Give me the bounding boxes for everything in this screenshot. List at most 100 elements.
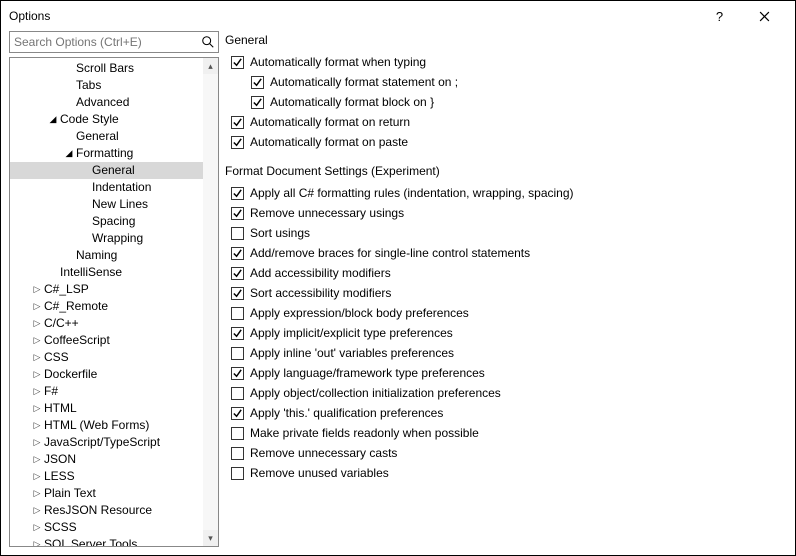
chevron-collapsed-icon[interactable]: ▷ [32, 485, 42, 502]
chevron-expanded-icon[interactable]: ◢ [64, 145, 74, 162]
chevron-collapsed-icon[interactable]: ▷ [32, 315, 42, 332]
tree-node[interactable]: ▷JSON [10, 451, 203, 468]
tree-node[interactable]: ▷C#_LSP [10, 281, 203, 298]
checkbox[interactable] [231, 187, 244, 200]
tree-node[interactable]: Advanced [10, 94, 203, 111]
option-row: Make private fields readonly when possib… [231, 423, 787, 443]
tree-node[interactable]: ▷HTML [10, 400, 203, 417]
tree-node[interactable]: ◢Formatting [10, 145, 203, 162]
chevron-collapsed-icon[interactable]: ▷ [32, 349, 42, 366]
tree-node[interactable]: ▷F# [10, 383, 203, 400]
checkbox[interactable] [231, 287, 244, 300]
tree-node[interactable]: ▷SCSS [10, 519, 203, 536]
option-label: Remove unused variables [250, 466, 389, 480]
option-row: Sort accessibility modifiers [231, 283, 787, 303]
option-row: Apply 'this.' qualification preferences [231, 403, 787, 423]
tree-node[interactable]: ▷LESS [10, 468, 203, 485]
checkbox[interactable] [251, 76, 264, 89]
scroll-up-button[interactable]: ▴ [203, 58, 218, 74]
chevron-collapsed-icon[interactable]: ▷ [32, 383, 42, 400]
chevron-expanded-icon[interactable]: ◢ [48, 111, 58, 128]
option-label: Sort usings [250, 226, 310, 240]
tree-node[interactable]: IntelliSense [10, 264, 203, 281]
tree-node[interactable]: Spacing [10, 213, 203, 230]
option-row: Automatically format statement on ; [231, 72, 787, 92]
checkbox[interactable] [231, 307, 244, 320]
checkbox[interactable] [231, 267, 244, 280]
scroll-track[interactable] [203, 74, 218, 530]
chevron-collapsed-icon[interactable]: ▷ [32, 451, 42, 468]
tree-node[interactable]: ▷C#_Remote [10, 298, 203, 315]
checkbox[interactable] [231, 247, 244, 260]
option-label: Add accessibility modifiers [250, 266, 391, 280]
tree-node[interactable]: ▷Plain Text [10, 485, 203, 502]
tree-node[interactable]: ▷JavaScript/TypeScript [10, 434, 203, 451]
option-row: Apply implicit/explicit type preferences [231, 323, 787, 343]
tree-node-label: LESS [44, 468, 75, 485]
left-panel: Scroll BarsTabsAdvanced◢Code StyleGenera… [9, 31, 219, 547]
option-label: Make private fields readonly when possib… [250, 426, 479, 440]
tree-node-label: Formatting [76, 145, 133, 162]
checkbox[interactable] [231, 447, 244, 460]
tree-node[interactable]: Indentation [10, 179, 203, 196]
tree-node[interactable]: General [10, 128, 203, 145]
tree-node[interactable]: ▷Dockerfile [10, 366, 203, 383]
tree-node-label: Wrapping [92, 230, 143, 247]
checkbox[interactable] [231, 116, 244, 129]
tree-node[interactable]: ▷CoffeeScript [10, 332, 203, 349]
tree-node[interactable]: ▷SQL Server Tools [10, 536, 203, 546]
option-label: Automatically format block on } [270, 95, 434, 109]
close-button[interactable] [742, 1, 787, 31]
help-button[interactable]: ? [697, 1, 742, 31]
tree-node[interactable]: ▷C/C++ [10, 315, 203, 332]
tree-node[interactable]: ▷ResJSON Resource [10, 502, 203, 519]
chevron-collapsed-icon[interactable]: ▷ [32, 536, 42, 546]
checkbox[interactable] [231, 427, 244, 440]
checkbox[interactable] [251, 96, 264, 109]
tree-node[interactable]: ▷CSS [10, 349, 203, 366]
tree-node[interactable]: ◢Code Style [10, 111, 203, 128]
checkbox[interactable] [231, 347, 244, 360]
checkbox[interactable] [231, 56, 244, 69]
chevron-collapsed-icon[interactable]: ▷ [32, 281, 42, 298]
chevron-collapsed-icon[interactable]: ▷ [32, 502, 42, 519]
tree-node[interactable]: Tabs [10, 77, 203, 94]
option-label: Remove unnecessary casts [250, 446, 397, 460]
option-label: Automatically format when typing [250, 55, 426, 69]
tree-node[interactable]: General [10, 162, 203, 179]
chevron-collapsed-icon[interactable]: ▷ [32, 366, 42, 383]
tree-node[interactable]: ▷HTML (Web Forms) [10, 417, 203, 434]
tree-node-label: Naming [76, 247, 117, 264]
chevron-collapsed-icon[interactable]: ▷ [32, 298, 42, 315]
tree-node-label: General [76, 128, 119, 145]
checkbox[interactable] [231, 327, 244, 340]
chevron-collapsed-icon[interactable]: ▷ [32, 434, 42, 451]
search-input[interactable] [9, 31, 219, 53]
option-row: Sort usings [231, 223, 787, 243]
checkbox[interactable] [231, 207, 244, 220]
chevron-collapsed-icon[interactable]: ▷ [32, 417, 42, 434]
tree-node[interactable]: Naming [10, 247, 203, 264]
checkbox[interactable] [231, 227, 244, 240]
option-label: Automatically format on paste [250, 135, 408, 149]
option-row: Automatically format on return [231, 112, 787, 132]
checkbox[interactable] [231, 407, 244, 420]
chevron-collapsed-icon[interactable]: ▷ [32, 332, 42, 349]
nav-tree[interactable]: Scroll BarsTabsAdvanced◢Code StyleGenera… [10, 58, 203, 546]
tree-node[interactable]: Scroll Bars [10, 60, 203, 77]
section-formatdoc-title: Format Document Settings (Experiment) [225, 164, 787, 178]
checkbox[interactable] [231, 367, 244, 380]
tree-node[interactable]: New Lines [10, 196, 203, 213]
formatdoc-checks: Apply all C# formatting rules (indentati… [231, 183, 787, 483]
chevron-collapsed-icon[interactable]: ▷ [32, 468, 42, 485]
option-row: Remove unused variables [231, 463, 787, 483]
checkbox[interactable] [231, 467, 244, 480]
option-label: Apply expression/block body preferences [250, 306, 469, 320]
chevron-collapsed-icon[interactable]: ▷ [32, 400, 42, 417]
scroll-down-button[interactable]: ▾ [203, 530, 218, 546]
option-row: Automatically format block on } [231, 92, 787, 112]
chevron-collapsed-icon[interactable]: ▷ [32, 519, 42, 536]
tree-node[interactable]: Wrapping [10, 230, 203, 247]
checkbox[interactable] [231, 136, 244, 149]
checkbox[interactable] [231, 387, 244, 400]
